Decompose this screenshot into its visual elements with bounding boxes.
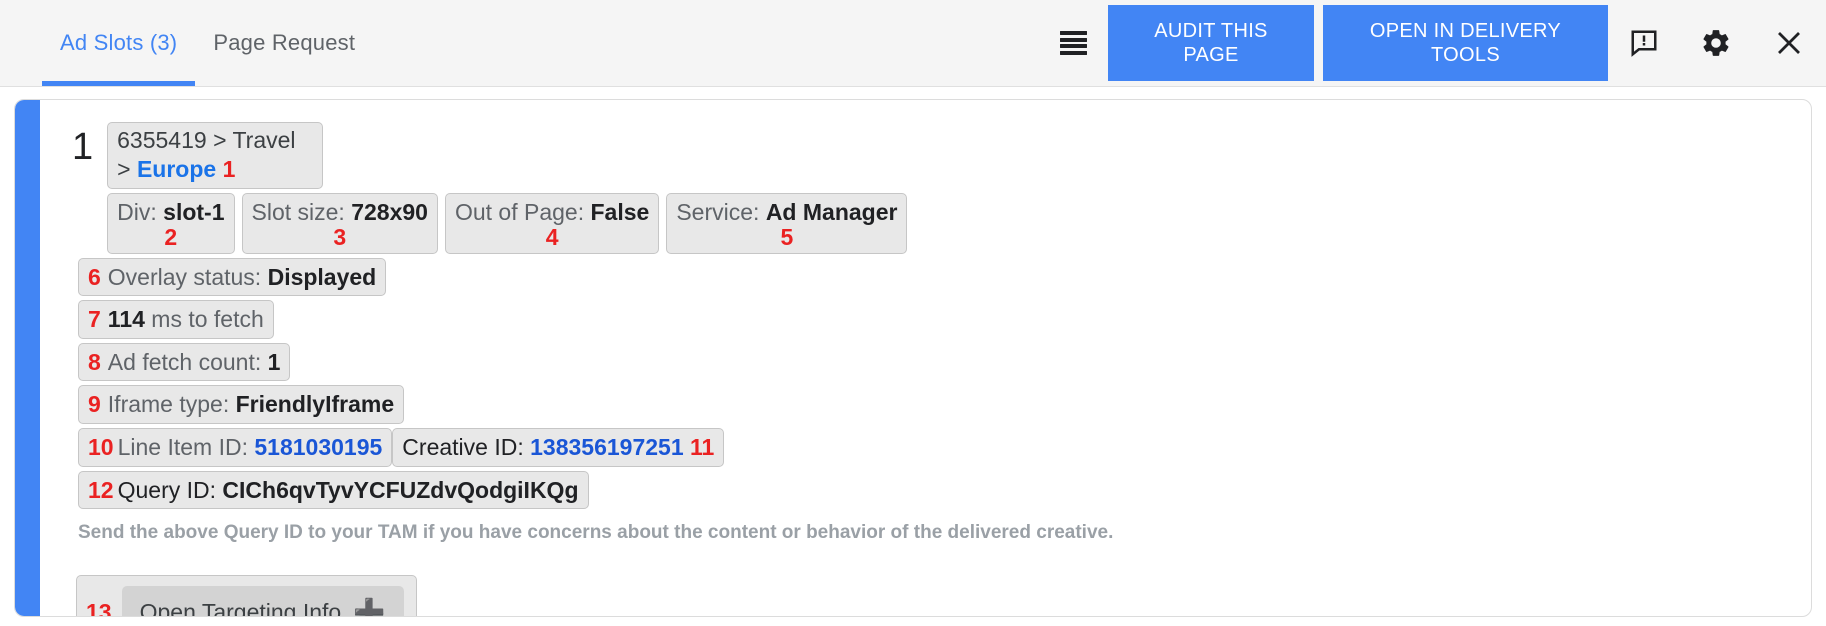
meta-out-of-page: Out of Page: False 4: [445, 193, 659, 254]
line-item-id-label: Line Item ID:: [118, 434, 248, 460]
tab-ad-slots[interactable]: Ad Slots (3): [42, 0, 195, 86]
meta-service-value: Ad Manager: [766, 199, 898, 225]
meta-div-value: slot-1: [163, 199, 224, 225]
status-overlay-line: 6 Overlay status: Displayed: [78, 258, 1811, 297]
tab-ad-slots-label: Ad Slots (3): [60, 30, 177, 56]
status-fetch-count: 8 Ad fetch count: 1: [78, 343, 290, 382]
close-button[interactable]: [1752, 0, 1826, 86]
open-targeting-info-label: Open Targeting Info: [140, 599, 342, 617]
marker-10: 10: [88, 434, 114, 460]
audit-this-page-button[interactable]: AUDIT THIS PAGE: [1108, 5, 1314, 81]
meta-slot-size: Slot size: 728x90 3: [242, 193, 438, 254]
plus-icon: ➕: [353, 597, 385, 617]
meta-service-label: Service:: [676, 199, 759, 225]
query-id-note: Send the above Query ID to your TAM if y…: [78, 522, 1811, 544]
status-overlay-value: Displayed: [268, 264, 377, 290]
meta-service: Service: Ad Manager 5: [666, 193, 907, 254]
tab-bar: Ad Slots (3) Page Request: [0, 0, 373, 86]
status-overlay-label: Overlay status:: [108, 264, 261, 290]
query-id-value: CICh6qvTyvYCFUZdvQodgiIKQg: [222, 477, 578, 503]
marker-7: 7: [88, 306, 101, 332]
marker-3: 3: [252, 225, 428, 250]
marker-12: 12: [88, 477, 114, 503]
meta-out-of-page-value: False: [591, 199, 650, 225]
query-id-label: Query ID:: [118, 477, 216, 503]
status-fetch-time-line: 7 114 ms to fetch: [78, 300, 1811, 339]
status-fetch-time-value: 114: [108, 306, 145, 332]
gear-icon: [1700, 27, 1732, 59]
breadcrumb-leaf: Europe: [137, 156, 216, 182]
creative-id-label: Creative ID:: [402, 434, 523, 460]
status-fetch-time-label: ms to fetch: [151, 306, 263, 332]
slots-container: 1 6355419 > Travel > Europe 1 Div: slot-…: [0, 87, 1826, 617]
marker-9: 9: [88, 391, 101, 417]
ids-row: 10Line Item ID: 5181030195 Creative ID: …: [78, 428, 1811, 467]
status-fetch-count-line: 8 Ad fetch count: 1: [78, 343, 1811, 382]
line-item-id-value: 5181030195: [254, 434, 382, 460]
meta-out-of-page-label: Out of Page:: [455, 199, 584, 225]
ad-slot-card: 1 6355419 > Travel > Europe 1 Div: slot-…: [14, 99, 1812, 617]
status-overlay-status: 6 Overlay status: Displayed: [78, 258, 386, 297]
marker-8: 8: [88, 349, 101, 375]
close-icon: [1774, 28, 1804, 58]
status-fetch-count-label: Ad fetch count:: [108, 349, 261, 375]
line-item-id-chip[interactable]: 10Line Item ID: 5181030195: [78, 428, 392, 467]
marker-13: 13: [86, 599, 112, 617]
open-in-delivery-tools-button[interactable]: OPEN IN DELIVERY TOOLS: [1323, 5, 1608, 81]
marker-2: 2: [117, 225, 224, 250]
ad-unit-breadcrumb[interactable]: 6355419 > Travel > Europe 1: [107, 122, 323, 189]
status-iframe-type-value: FriendlyIframe: [236, 391, 395, 417]
menu-button[interactable]: [1038, 0, 1108, 86]
open-targeting-info-button[interactable]: Open Targeting Info ➕: [122, 586, 404, 617]
status-fetch-time: 7 114 ms to fetch: [78, 300, 274, 339]
query-id-chip[interactable]: 12Query ID: CICh6qvTyvYCFUZdvQodgiIKQg: [78, 471, 589, 510]
slot-index: 1: [54, 114, 107, 166]
meta-slot-size-value: 728x90: [351, 199, 428, 225]
marker-6: 6: [88, 264, 101, 290]
status-iframe-type: 9 Iframe type: FriendlyIframe: [78, 385, 404, 424]
status-fetch-count-value: 1: [268, 349, 281, 375]
targeting-info-wrapper: 13 Open Targeting Info ➕: [76, 575, 417, 617]
query-id-line: 12Query ID: CICh6qvTyvYCFUZdvQodgiIKQg: [78, 471, 1811, 510]
slot-header-row: 1 6355419 > Travel > Europe 1 Div: slot-…: [54, 114, 1811, 254]
toolbar-spacer: [373, 0, 1038, 86]
slot-status-stack: 6 Overlay status: Displayed 7 114 ms to fe…: [78, 258, 1811, 509]
feedback-button[interactable]: [1608, 0, 1680, 86]
creative-id-value: 138356197251: [530, 434, 684, 460]
hamburger-icon: [1060, 30, 1087, 56]
status-iframe-type-label: Iframe type:: [108, 391, 229, 417]
slot-meta-row: Div: slot-1 2 Slot size: 728x90 3 Out of…: [107, 193, 907, 254]
toolbar: Ad Slots (3) Page Request AUDIT THIS PAG…: [0, 0, 1826, 87]
creative-id-chip[interactable]: Creative ID: 138356197251 11: [392, 428, 724, 467]
meta-div-label: Div:: [117, 199, 157, 225]
marker-5: 5: [676, 225, 897, 250]
meta-div: Div: slot-1 2: [107, 193, 234, 254]
settings-button[interactable]: [1680, 0, 1752, 86]
tab-page-request[interactable]: Page Request: [195, 0, 373, 86]
marker-1: 1: [223, 156, 236, 182]
feedback-icon: [1629, 28, 1659, 58]
status-iframe-type-line: 9 Iframe type: FriendlyIframe: [78, 385, 1811, 424]
marker-4: 4: [455, 225, 649, 250]
tab-page-request-label: Page Request: [213, 30, 355, 56]
meta-slot-size-label: Slot size:: [252, 199, 345, 225]
marker-11: 11: [690, 434, 714, 460]
ad-slot-body: 1 6355419 > Travel > Europe 1 Div: slot-…: [15, 100, 1811, 617]
